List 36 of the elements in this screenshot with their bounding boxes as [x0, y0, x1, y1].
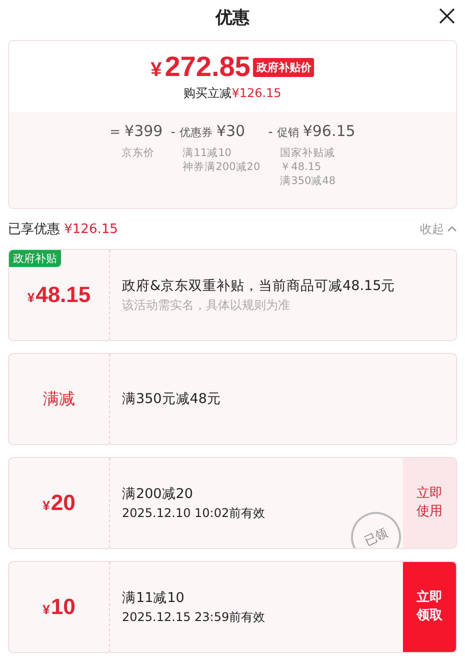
- breakdown-note: 满350减48: [280, 174, 337, 188]
- coupon-type: 满减: [43, 388, 75, 410]
- collapse-toggle[interactable]: 收起: [420, 220, 457, 238]
- coupon-amount: ¥10: [42, 594, 76, 620]
- operator-sign: -: [268, 125, 273, 140]
- breakdown-note: 国家补贴减: [280, 146, 336, 160]
- saving-text: 购买立减¥126.15: [184, 85, 282, 102]
- coupon-amount: ¥20: [42, 490, 76, 516]
- breakdown-note: 神券满200减20: [182, 160, 260, 174]
- coupon-note: 2025.12.15 23:59前有效: [122, 609, 266, 626]
- coupon-title: 满350元减48元: [122, 390, 222, 409]
- coupon-title: 满200减20: [122, 485, 194, 504]
- breakdown-note: 满11减10: [182, 146, 232, 160]
- coupon-amount: ¥48.15: [27, 282, 91, 308]
- panel-title: 优惠: [216, 6, 250, 28]
- subsidy-price-tag: 政府补贴价: [253, 58, 314, 76]
- breakdown-amount: ¥96.15: [302, 122, 356, 140]
- coupon-action-button[interactable]: 立即使用: [403, 458, 456, 548]
- final-price: ¥272.85: [150, 51, 250, 83]
- coupon-title: 满11减10: [122, 589, 186, 608]
- subsidy-tag: 政府补贴: [9, 250, 61, 267]
- coupon-title: 政府&京东双重补贴，当前商品可减48.15元: [122, 277, 396, 296]
- breakdown-note: ￥48.15: [280, 160, 322, 174]
- breakdown-label: 优惠券: [179, 125, 212, 140]
- caret-icon: [447, 225, 457, 233]
- operator-sign: =: [110, 125, 121, 140]
- breakdown-amount: ¥399: [124, 122, 163, 140]
- breakdown-label: 促销: [276, 125, 299, 140]
- coupon-note: 2025.12.10 10:02前有效: [122, 505, 266, 522]
- coupon-note: 该活动需实名，具体以规则为准: [122, 297, 291, 314]
- breakdown-note: 京东价: [122, 146, 156, 160]
- close-icon[interactable]: [439, 8, 455, 24]
- coupon-action-button[interactable]: 立即领取: [403, 562, 456, 652]
- breakdown-amount: ¥30: [216, 122, 246, 140]
- enjoyed-discount-text: 已享优惠 ¥126.15: [8, 221, 118, 238]
- operator-sign: -: [170, 125, 176, 140]
